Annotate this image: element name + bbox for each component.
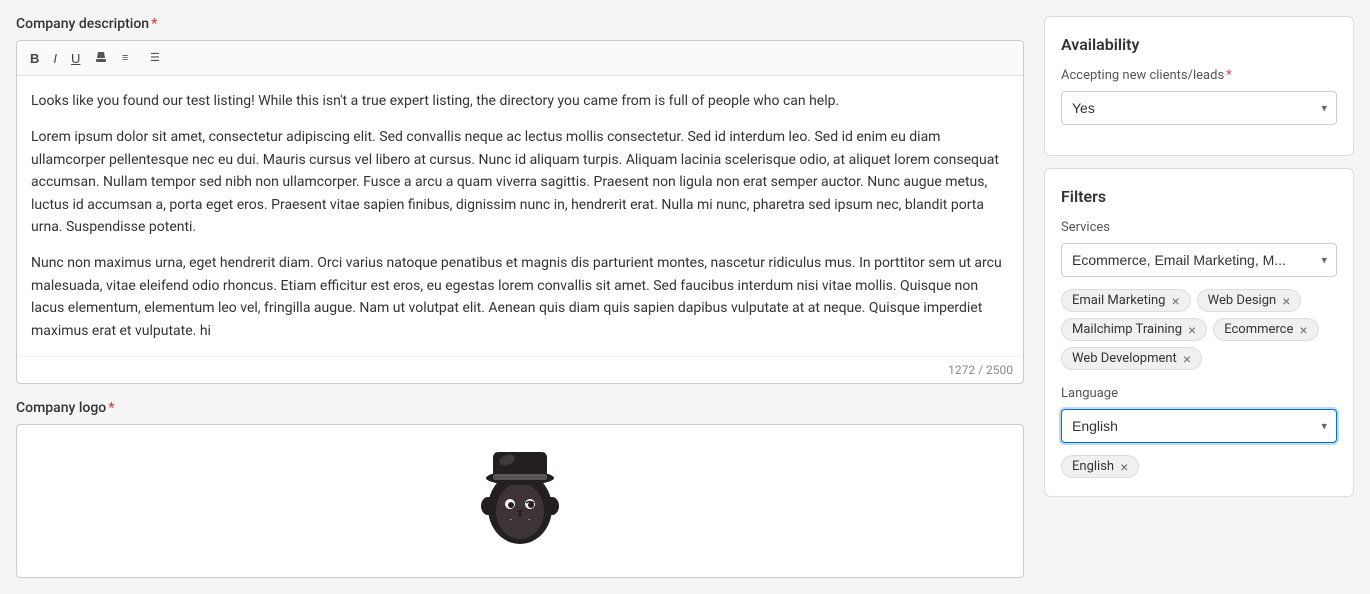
language-select[interactable]: English Spanish French German	[1061, 409, 1337, 443]
language-label: Language	[1061, 386, 1337, 401]
ordered-list-button[interactable]: ≡	[117, 47, 141, 69]
availability-title: Availability	[1061, 35, 1337, 54]
language-select-wrapper: English Spanish French German ▾	[1061, 409, 1337, 443]
remove-email-marketing-button[interactable]: ×	[1169, 294, 1179, 308]
ordered-list-icon: ≡	[122, 50, 136, 64]
tag-email-marketing: Email Marketing ×	[1061, 289, 1191, 312]
tag-web-development: Web Development ×	[1061, 347, 1202, 370]
tag-ecommerce: Ecommerce ×	[1213, 318, 1318, 341]
sidebar: Availability Accepting new clients/leads…	[1044, 16, 1354, 578]
rich-text-editor: B I U ≡ ☰	[16, 40, 1024, 384]
unordered-list-button[interactable]: ☰	[145, 47, 169, 69]
highlight-icon	[94, 50, 108, 64]
remove-mailchimp-training-button[interactable]: ×	[1186, 323, 1196, 337]
highlight-button[interactable]	[89, 47, 113, 69]
remove-english-button[interactable]: ×	[1118, 460, 1128, 474]
services-select[interactable]: Ecommerce, Email Marketing, M...	[1061, 243, 1337, 277]
bold-button[interactable]: B	[25, 49, 44, 68]
services-select-wrapper: Ecommerce, Email Marketing, M... ▾	[1061, 243, 1337, 277]
tag-web-design: Web Design ×	[1197, 289, 1302, 312]
tag-english: English ×	[1061, 455, 1139, 478]
services-tags: Email Marketing × Web Design × Mailchimp…	[1061, 289, 1337, 370]
accepting-select[interactable]: Yes No	[1061, 91, 1337, 125]
logo-upload-area[interactable]	[16, 424, 1024, 578]
unordered-list-icon: ☰	[150, 50, 164, 64]
italic-button[interactable]: I	[48, 49, 62, 68]
remove-web-design-button[interactable]: ×	[1280, 294, 1290, 308]
remove-ecommerce-button[interactable]: ×	[1297, 323, 1307, 337]
logo-section: Company logo*	[16, 400, 1024, 578]
accepting-select-wrapper: Yes No ▾	[1061, 91, 1337, 125]
tag-mailchimp-training: Mailchimp Training ×	[1061, 318, 1207, 341]
company-description-label: Company description*	[16, 16, 1024, 32]
company-logo-label: Company logo*	[16, 400, 1024, 416]
editor-toolbar: B I U ≡ ☰	[17, 41, 1023, 76]
language-tags: English ×	[1061, 455, 1337, 478]
availability-card: Availability Accepting new clients/leads…	[1044, 16, 1354, 156]
editor-content[interactable]: Looks like you found our test listing! W…	[17, 76, 1023, 356]
services-label: Services	[1061, 220, 1337, 235]
underline-button[interactable]: U	[66, 49, 85, 68]
svg-text:☰: ☰	[150, 52, 160, 64]
filters-title: Filters	[1061, 187, 1337, 206]
accepting-label: Accepting new clients/leads*	[1061, 68, 1337, 83]
logo-preview	[460, 441, 580, 561]
remove-web-development-button[interactable]: ×	[1181, 352, 1191, 366]
filters-card: Filters Services Ecommerce, Email Market…	[1044, 168, 1354, 497]
mailchimp-logo-svg	[465, 446, 575, 556]
char-count: 1272 / 2500	[17, 356, 1023, 383]
svg-text:≡: ≡	[122, 52, 128, 64]
main-panel: Company description* B I U ≡	[16, 16, 1024, 578]
